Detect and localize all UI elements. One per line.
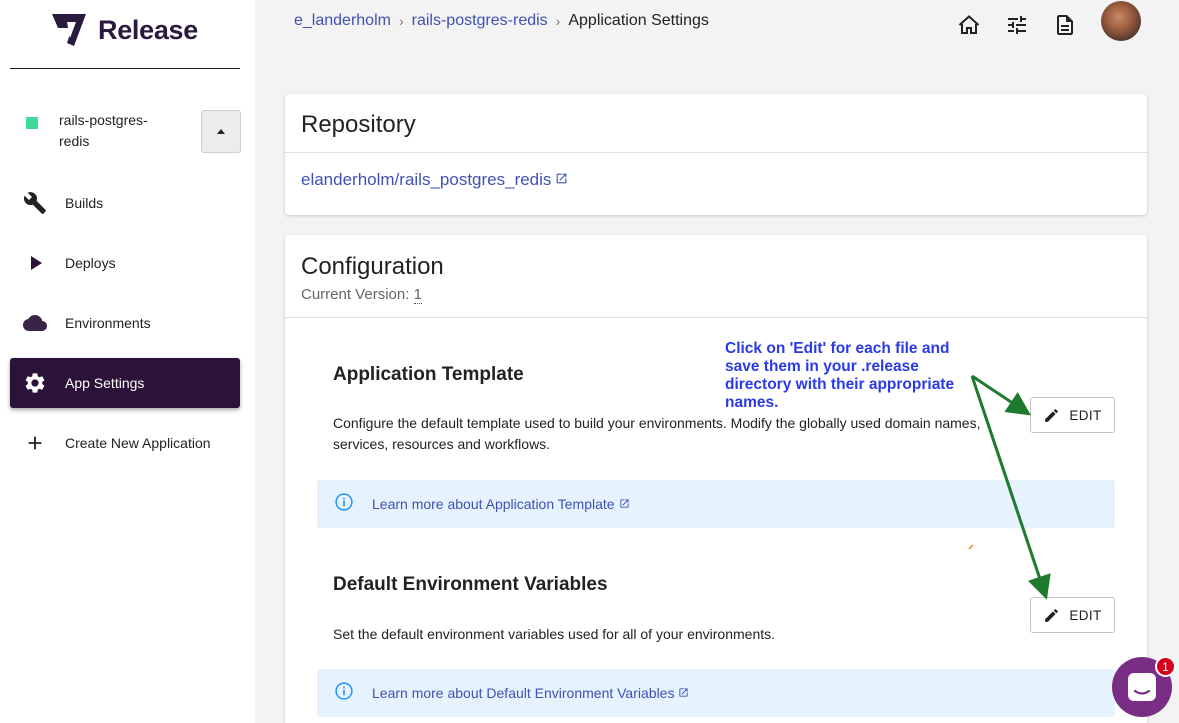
repository-link[interactable]: elanderholm/rails_postgres_redis [301, 170, 568, 190]
sidebar-item-deploys[interactable]: Deploys [10, 238, 240, 288]
sidebar-item-builds[interactable]: Builds [10, 178, 240, 228]
application-template-description: Configure the default template used to b… [333, 415, 981, 452]
edit-label: EDIT [1069, 607, 1102, 623]
repository-card: Repository elanderholm/rails_postgres_re… [285, 94, 1147, 215]
info-icon [334, 681, 354, 706]
app-status-indicator [26, 117, 38, 129]
sidebar-item-app-settings[interactable]: App Settings [10, 358, 240, 408]
sidebar-item-create-new-application[interactable]: Create New Application [10, 418, 240, 468]
breadcrumb-separator-icon: › [555, 13, 561, 29]
application-template-info: Learn more about Application Template [317, 480, 1115, 528]
repository-title: Repository [301, 111, 416, 138]
breadcrumb-separator-icon: › [398, 13, 404, 29]
release-logo-icon [52, 14, 86, 46]
pencil-icon [1045, 408, 1059, 422]
avatar[interactable] [1101, 1, 1141, 41]
chat-icon [1128, 673, 1156, 701]
edit-application-template-button[interactable]: EDIT [1030, 397, 1115, 433]
sidebar-item-environments[interactable]: Environments [10, 298, 240, 348]
sidebar-item-label: Builds [65, 195, 104, 211]
info-icon [334, 492, 354, 517]
play-icon [22, 251, 48, 275]
gear-icon [22, 371, 48, 395]
edit-default-env-vars-button[interactable]: EDIT [1030, 597, 1115, 633]
tune-icon[interactable] [1003, 11, 1031, 39]
breadcrumb: e_landerholm › rails-postgres-redis › Ap… [294, 12, 709, 30]
external-link-icon [555, 170, 568, 190]
current-version: Current Version: 1 [301, 286, 422, 304]
application-template-title: Application Template [333, 364, 524, 385]
info-link-text: Learn more about Default Environment Var… [372, 685, 675, 701]
learn-more-application-template-link[interactable]: Learn more about Application Template [372, 496, 630, 512]
default-env-vars-info: Learn more about Default Environment Var… [317, 669, 1115, 717]
learn-more-default-env-vars-link[interactable]: Learn more about Default Environment Var… [372, 685, 689, 701]
sidebar-item-label: Environments [65, 315, 151, 331]
info-link-text: Learn more about Application Template [372, 496, 615, 512]
repository-link-text: elanderholm/rails_postgres_redis [301, 170, 552, 189]
home-icon[interactable] [955, 11, 983, 39]
sidebar-item-label: Deploys [65, 255, 116, 271]
configuration-title: Configuration [301, 253, 444, 280]
wrench-icon [22, 191, 48, 215]
chat-notification-badge: 1 [1155, 656, 1176, 677]
cloud-icon [22, 311, 48, 335]
annotation-note: Click on 'Edit' for each file and save t… [725, 340, 955, 411]
document-icon[interactable] [1051, 11, 1079, 39]
topbar-actions [955, 1, 1145, 41]
card-divider [285, 152, 1147, 153]
logo-divider [10, 68, 240, 69]
caret-up-icon [217, 129, 225, 134]
sidebar-item-label: Create New Application [65, 435, 211, 451]
breadcrumb-link-team[interactable]: e_landerholm [294, 12, 391, 30]
pencil-icon [1045, 608, 1059, 622]
sidebar-item-label: App Settings [65, 375, 145, 391]
app-selector-toggle[interactable] [201, 110, 241, 153]
default-env-vars-description: Set the default environment variables us… [333, 626, 776, 642]
breadcrumb-link-app[interactable]: rails-postgres-redis [412, 12, 548, 30]
external-link-icon [619, 496, 630, 512]
sidebar: Release rails-postgres-redis Builds Depl… [0, 0, 255, 723]
app-selector[interactable]: rails-postgres-redis [10, 110, 241, 154]
plus-icon [22, 431, 48, 455]
breadcrumb-current: Application Settings [568, 12, 709, 29]
app-name: rails-postgres-redis [59, 112, 148, 149]
version-number[interactable]: 1 [413, 286, 422, 304]
version-label: Current Version: [301, 286, 410, 303]
configuration-card: Configuration Current Version: 1 Applica… [285, 235, 1147, 723]
external-link-icon [678, 685, 689, 701]
default-env-vars-title: Default Environment Variables [333, 574, 608, 595]
edit-label: EDIT [1069, 407, 1102, 423]
card-divider [285, 317, 1147, 318]
brand-name: Release [98, 14, 198, 45]
release-logo[interactable]: Release [50, 12, 198, 48]
